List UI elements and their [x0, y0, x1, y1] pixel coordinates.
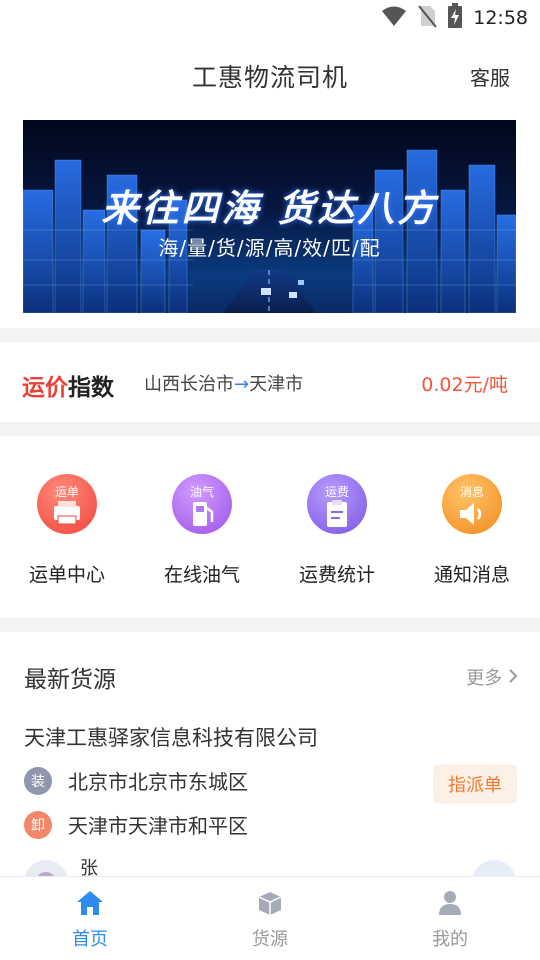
- freight-price: 0.02元/吨: [421, 374, 508, 396]
- menu-freight-stats[interactable]: 运费 运费统计: [282, 474, 392, 587]
- customer-service-button[interactable]: 客服: [470, 62, 510, 91]
- app-header: 工惠物流司机 客服: [0, 36, 540, 116]
- route-destination: 天津市: [249, 374, 304, 395]
- unload-address-row: 卸 天津市天津市和平区: [24, 810, 248, 839]
- assign-order-badge[interactable]: 指派单: [433, 764, 517, 804]
- home-icon: [75, 891, 105, 921]
- status-bar: 12:58: [0, 0, 540, 36]
- latest-cargo-section: 最新货源 更多 天津工惠驿家信息科技有限公司 装 北京市北京市东城区 卸 天津市…: [0, 632, 540, 904]
- wifi-icon: [381, 5, 407, 31]
- speaker-icon: 消息: [442, 474, 502, 534]
- route-arrow-icon: →: [234, 374, 250, 395]
- cargo-box-icon: [255, 892, 285, 921]
- promo-banner[interactable]: 来往四海 货达八方 海/量/货/源/高/效/匹/配: [23, 120, 516, 313]
- route-text: 山西长治市→天津市: [144, 370, 303, 396]
- load-tag: 装: [24, 766, 52, 795]
- waybill-icon: 运单: [37, 474, 97, 534]
- freight-index-logo: 运价指数: [22, 375, 114, 401]
- tab-home[interactable]: 首页: [30, 889, 150, 951]
- page-title: 工惠物流司机: [191, 63, 348, 92]
- banner-slogan: 来往四海 货达八方: [101, 187, 438, 230]
- unload-address: 天津市天津市和平区: [68, 814, 248, 838]
- section-title: 最新货源: [24, 667, 116, 693]
- user-icon: [435, 891, 465, 921]
- quick-menu: 运单 运单中心 油气 在线油气 运费 运费统计 消息 通知消息: [0, 436, 540, 618]
- bottom-tab-bar: 首页 货源 我的: [0, 876, 540, 960]
- cargo-company-name[interactable]: 天津工惠驿家信息科技有限公司: [24, 722, 318, 752]
- banner-subtitle: 海/量/货/源/高/效/匹/配: [158, 236, 381, 260]
- tab-mine[interactable]: 我的: [390, 889, 510, 951]
- menu-online-fuel[interactable]: 油气 在线油气: [147, 474, 257, 587]
- freight-stats-icon: 运费: [307, 474, 367, 534]
- freight-index-card[interactable]: 运价指数 山西长治市→天津市 0.02元/吨: [0, 342, 540, 422]
- unload-tag: 卸: [24, 810, 52, 839]
- banner-section: 来往四海 货达八方 海/量/货/源/高/效/匹/配: [0, 116, 540, 328]
- load-address: 北京市北京市东城区: [68, 770, 248, 794]
- battery-charging-icon: [447, 3, 463, 33]
- no-sim-icon: [417, 4, 438, 32]
- tab-cargo[interactable]: 货源: [210, 889, 330, 951]
- menu-waybill-center[interactable]: 运单 运单中心: [12, 474, 122, 587]
- menu-notifications[interactable]: 消息 通知消息: [417, 474, 527, 587]
- fuel-pump-icon: 油气: [172, 474, 232, 534]
- load-address-row: 装 北京市北京市东城区: [24, 766, 248, 795]
- chevron-right-icon: [508, 668, 518, 689]
- clock-time: 12:58: [473, 7, 528, 29]
- route-origin: 山西长治市: [144, 374, 234, 395]
- more-link[interactable]: 更多: [466, 664, 518, 690]
